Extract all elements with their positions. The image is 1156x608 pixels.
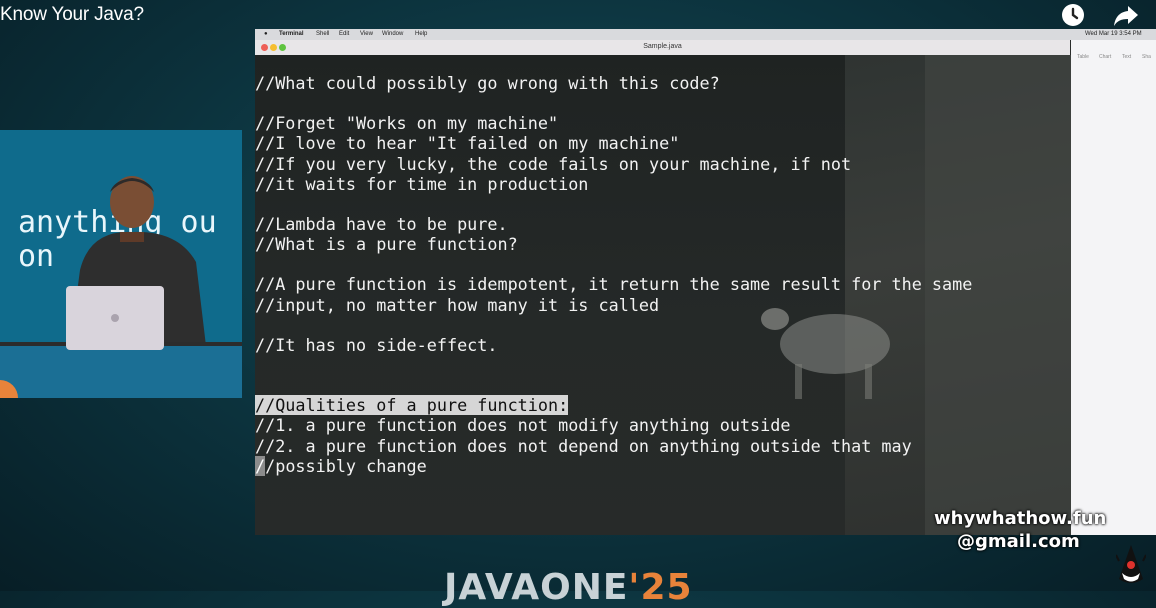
- code-line[interactable]: //possibly change: [255, 455, 972, 476]
- menu-help[interactable]: Help: [415, 31, 427, 37]
- code-line[interactable]: //A pure function is idempotent, it retu…: [255, 274, 972, 294]
- menu-shell[interactable]: Shell: [316, 31, 329, 37]
- presentation-screen: ● Terminal Shell Edit View Window Help W…: [255, 29, 1156, 535]
- menubar-clock[interactable]: Wed Mar 19 3:54 PM: [1085, 31, 1142, 37]
- code-line[interactable]: //1. a pure function does not modify any…: [255, 415, 972, 435]
- code-line[interactable]: //input, no matter how many it is called: [255, 295, 972, 315]
- toolbar-table[interactable]: Table: [1077, 54, 1089, 60]
- code-line[interactable]: //If you very lucky, the code fails on y…: [255, 154, 972, 174]
- code-line[interactable]: //Lambda have to be pure.: [255, 214, 972, 234]
- text-cursor: /: [255, 455, 266, 476]
- code-line[interactable]: //it waits for time in production: [255, 174, 972, 194]
- menu-view[interactable]: View: [360, 31, 373, 37]
- numbers-window[interactable]: Table Chart Text Sha: [1071, 40, 1156, 535]
- javaone-brand: JAVAONE: [444, 567, 629, 608]
- watermark-line-1: whywhathow.fun: [934, 508, 1107, 529]
- watermark-line-2: @gmail.com: [957, 531, 1080, 552]
- speaker-video: anything ou on ing: [0, 130, 242, 398]
- share-button[interactable]: [1113, 2, 1139, 28]
- javaone-logo: JAVAONE'25: [444, 568, 693, 608]
- code-editor[interactable]: //What could possibly go wrong with this…: [255, 73, 972, 476]
- video-title[interactable]: Know Your Java?: [0, 4, 144, 26]
- share-arrow-icon: [1114, 6, 1138, 26]
- code-line[interactable]: [255, 355, 972, 375]
- menu-app-terminal[interactable]: Terminal: [279, 31, 304, 37]
- apple-icon[interactable]: ●: [264, 31, 268, 37]
- code-line[interactable]: //2. a pure function does not depend on …: [255, 436, 972, 456]
- code-line[interactable]: [255, 194, 972, 214]
- code-line[interactable]: //What is a pure function?: [255, 234, 972, 254]
- duke-mascot-icon: [1116, 545, 1146, 583]
- code-line-text: /possibly change: [265, 455, 427, 476]
- code-line[interactable]: [255, 315, 972, 335]
- terminal-title-bar[interactable]: Sample.java: [255, 40, 1070, 56]
- toolbar-text[interactable]: Text: [1122, 54, 1131, 60]
- laptop: [66, 286, 164, 350]
- code-line[interactable]: //What could possibly go wrong with this…: [255, 73, 972, 93]
- code-line[interactable]: [255, 375, 972, 395]
- code-line[interactable]: //Qualities of a pure function:: [255, 395, 972, 416]
- menu-edit[interactable]: Edit: [339, 31, 349, 37]
- menu-window[interactable]: Window: [382, 31, 403, 37]
- clock-icon: [1062, 4, 1084, 26]
- window-title: Sample.java: [643, 43, 682, 50]
- code-line[interactable]: //I love to hear "It failed on my machin…: [255, 133, 972, 153]
- code-line[interactable]: [255, 254, 972, 274]
- code-line[interactable]: //Forget "Works on my machine": [255, 113, 972, 133]
- javaone-year: '25: [628, 567, 693, 608]
- mac-menubar: ● Terminal Shell Edit View Window Help W…: [255, 29, 1156, 40]
- toolbar-share[interactable]: Sha: [1142, 54, 1151, 60]
- code-line[interactable]: [255, 93, 972, 113]
- selected-text[interactable]: //Qualities of a pure function:: [255, 395, 569, 416]
- watch-later-button[interactable]: [1060, 2, 1086, 28]
- toolbar-chart[interactable]: Chart: [1099, 54, 1111, 60]
- code-line[interactable]: //It has no side-effect.: [255, 335, 972, 355]
